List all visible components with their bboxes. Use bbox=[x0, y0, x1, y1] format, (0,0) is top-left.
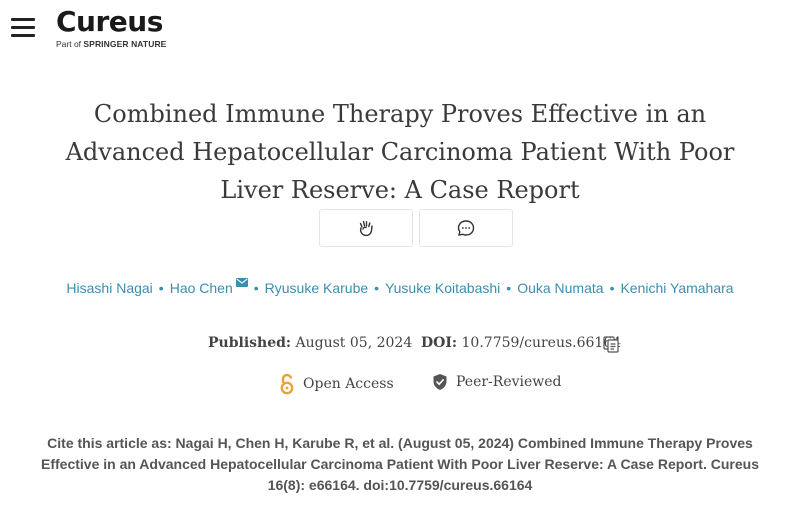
doi-info: DOI: 10.7759/cureus.66164 bbox=[421, 333, 621, 353]
open-lock-icon bbox=[280, 373, 294, 395]
citation-text: Cite this article as: Nagai H, Chen H, K… bbox=[41, 435, 759, 493]
copy-icon[interactable] bbox=[602, 335, 620, 353]
published-label: Published: bbox=[208, 335, 292, 351]
hamburger-menu-icon[interactable] bbox=[11, 18, 35, 37]
author-link[interactable]: Kenichi Yamahara bbox=[620, 280, 733, 296]
logo-wordmark: Cureus bbox=[56, 5, 163, 38]
logo-subtitle: Part of SPRINGER NATURE bbox=[56, 39, 166, 50]
shield-check-icon bbox=[433, 374, 447, 390]
author-separator: • bbox=[609, 280, 615, 296]
site-header: Cureus Part of SPRINGER NATURE bbox=[0, 0, 800, 60]
author-link[interactable]: Yusuke Koitabashi bbox=[385, 280, 500, 296]
doi-value: 10.7759/cureus.66164 bbox=[461, 335, 622, 351]
author-list: Hisashi Nagai • Hao Chen • Ryusuke Karube • Yu… bbox=[0, 278, 800, 298]
article-title: Combined Immune Therapy Proves Effective… bbox=[65, 100, 735, 204]
doi-label: DOI: bbox=[421, 335, 458, 351]
comment-button[interactable] bbox=[419, 209, 513, 247]
applaud-button[interactable] bbox=[319, 209, 413, 247]
open-access-badge: Open Access bbox=[279, 373, 394, 395]
author-link[interactable]: Hisashi Nagai bbox=[66, 280, 152, 296]
published-info: Published: August 05, 2024 bbox=[208, 333, 412, 353]
author-link[interactable]: Ouka Numata bbox=[517, 280, 603, 296]
author-separator: • bbox=[158, 280, 164, 296]
peer-reviewed-label: Peer-Reviewed bbox=[456, 374, 562, 390]
open-access-label: Open Access bbox=[303, 376, 394, 392]
author-separator: • bbox=[253, 280, 259, 296]
envelope-icon[interactable] bbox=[235, 278, 248, 287]
author-separator: • bbox=[374, 280, 380, 296]
author-link[interactable]: Ryusuke Karube bbox=[265, 280, 369, 296]
logo-sub-brand: SPRINGER NATURE bbox=[83, 39, 167, 49]
author-link[interactable]: Hao Chen bbox=[170, 280, 233, 296]
published-date: August 05, 2024 bbox=[295, 335, 413, 351]
cureus-logo[interactable]: Cureus Part of SPRINGER NATURE bbox=[56, 6, 166, 50]
author-separator: • bbox=[506, 280, 512, 296]
logo-sub-prefix: Part of bbox=[56, 39, 84, 49]
clap-hands-icon bbox=[359, 220, 373, 237]
peer-reviewed-badge: Peer-Reviewed bbox=[432, 373, 562, 391]
comment-bubble-icon bbox=[457, 220, 475, 236]
